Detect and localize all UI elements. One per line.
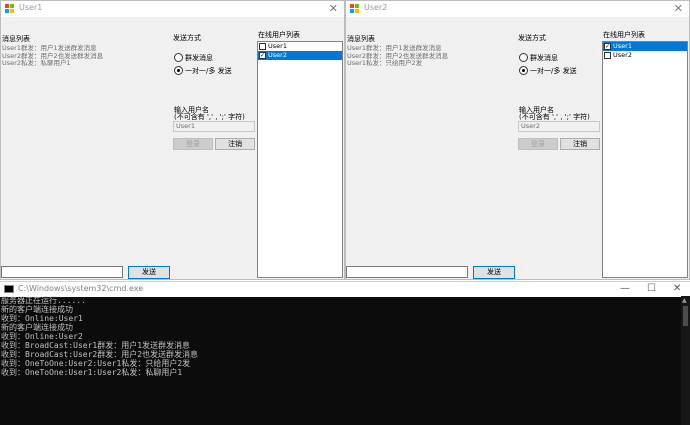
titlebar[interactable]: User1 ✕ xyxy=(1,1,344,17)
user-name: User1 xyxy=(613,42,632,50)
user-name: User2 xyxy=(268,51,287,59)
close-icon[interactable]: ✕ xyxy=(329,1,338,17)
user-list-item-selected[interactable]: ✓ User2 xyxy=(258,51,342,60)
console-line: 收到：OneToOne:User1:User2私发：私聊用户1 xyxy=(1,368,183,377)
user-name: User1 xyxy=(268,42,287,50)
user-checkbox[interactable] xyxy=(604,52,611,59)
app-icon xyxy=(350,4,360,13)
console-line: 收到：Online:User2 xyxy=(1,332,83,341)
message-list-label: 消息列表 xyxy=(347,35,375,43)
console-window: C:\Windows\system32\cmd.exe — ☐ ✕ 服务器正在运… xyxy=(0,281,690,425)
online-users-label: 在线用户列表 xyxy=(603,31,645,39)
broadcast-radio-label[interactable]: 群发消息 xyxy=(530,53,558,63)
message-list-label: 消息列表 xyxy=(2,35,30,43)
send-mode-label: 发送方式 xyxy=(518,34,546,42)
console-titlebar[interactable]: C:\Windows\system32\cmd.exe — ☐ ✕ xyxy=(0,281,690,297)
private-radio[interactable] xyxy=(174,66,183,75)
message-item: User1私发：只给用户2发 xyxy=(347,59,423,67)
titlebar[interactable]: User2 ✕ xyxy=(346,1,689,17)
console-line: 收到：BroadCast:User1群发：用户1发送群发消息 xyxy=(1,341,191,350)
username-input[interactable]: User1 xyxy=(173,121,255,132)
broadcast-radio[interactable] xyxy=(519,53,528,62)
window-title: User1 xyxy=(19,3,43,12)
window-title: User2 xyxy=(364,3,388,12)
console-title: C:\Windows\system32\cmd.exe xyxy=(18,284,144,293)
send-message-input[interactable] xyxy=(1,266,123,278)
send-mode-label: 发送方式 xyxy=(173,34,201,42)
console-line: 收到：Online:User1 xyxy=(1,314,83,323)
user-list-item[interactable]: User2 xyxy=(603,51,687,60)
cmd-icon xyxy=(4,285,14,293)
broadcast-radio-label[interactable]: 群发消息 xyxy=(185,53,213,63)
user-name: User2 xyxy=(613,51,632,59)
console-line: 新的客户端连接成功 xyxy=(1,305,73,314)
send-button[interactable]: 发送 xyxy=(128,266,170,279)
maximize-icon[interactable]: ☐ xyxy=(647,282,656,296)
console-scrollbar[interactable]: ▲ xyxy=(681,296,690,425)
private-radio-label[interactable]: 一对一/多 发送 xyxy=(185,66,232,76)
user-checkbox[interactable] xyxy=(259,43,266,50)
private-radio-label[interactable]: 一对一/多 发送 xyxy=(530,66,577,76)
console-line: 新的客户端连接成功 xyxy=(1,323,73,332)
console-output[interactable]: 服务器正在运行...... 新的客户端连接成功 收到：Online:User1 … xyxy=(0,296,681,425)
broadcast-radio[interactable] xyxy=(174,53,183,62)
scroll-up-icon[interactable]: ▲ xyxy=(682,297,687,304)
logout-button[interactable]: 注销 xyxy=(560,138,600,150)
client-window-user1: User1 ✕ 消息列表 User1群发：用户1发送群发消息 User2群发：用… xyxy=(0,0,345,280)
message-item: User2私发：私聊用户1 xyxy=(2,59,71,67)
app-icon xyxy=(5,4,15,13)
username-input[interactable]: User2 xyxy=(518,121,600,132)
user-checkbox-checked[interactable]: ✓ xyxy=(604,43,611,50)
user-list-item[interactable]: User1 xyxy=(258,42,342,51)
client-window-user2: User2 ✕ 消息列表 User1群发：用户1发送群发消息 User2群发：用… xyxy=(345,0,690,280)
close-icon[interactable]: ✕ xyxy=(673,282,681,296)
user-list-item-selected[interactable]: ✓ User1 xyxy=(603,42,687,51)
login-button[interactable]: 登录 xyxy=(173,138,213,150)
console-line: 收到：BroadCast:User2群发：用户2也发送群发消息 xyxy=(1,350,199,359)
private-radio[interactable] xyxy=(519,66,528,75)
close-icon[interactable]: ✕ xyxy=(674,1,683,17)
console-line: 收到：OneToOne:User2:User1私发：只给用户2发 xyxy=(1,359,191,368)
user-checkbox-checked[interactable]: ✓ xyxy=(259,52,266,59)
online-user-list[interactable]: ✓ User1 User2 xyxy=(602,41,688,278)
online-users-label: 在线用户列表 xyxy=(258,31,300,39)
minimize-icon[interactable]: — xyxy=(620,282,630,296)
message-list[interactable]: User1群发：用户1发送群发消息 User2群发：用户2也发送群发消息 Use… xyxy=(346,44,515,263)
logout-button[interactable]: 注销 xyxy=(215,138,255,150)
login-button[interactable]: 登录 xyxy=(518,138,558,150)
online-user-list[interactable]: User1 ✓ User2 xyxy=(257,41,343,278)
send-message-input[interactable] xyxy=(346,266,468,278)
console-line: 服务器正在运行...... xyxy=(1,296,86,305)
message-list[interactable]: User1群发：用户1发送群发消息 User2群发：用户2也发送群发消息 Use… xyxy=(1,44,170,263)
send-button[interactable]: 发送 xyxy=(473,266,515,279)
scrollbar-thumb[interactable] xyxy=(683,306,688,326)
